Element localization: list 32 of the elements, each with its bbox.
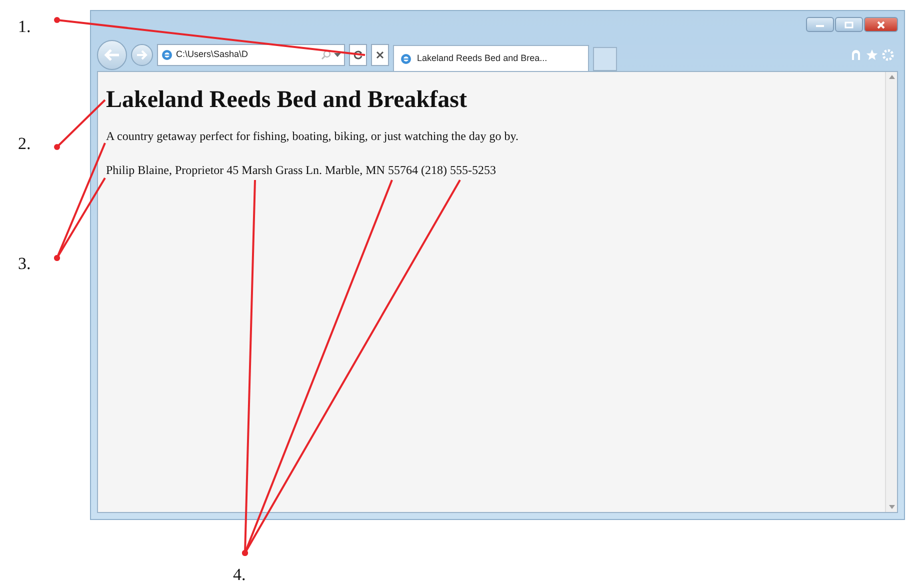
close-button[interactable]	[864, 17, 898, 32]
page-heading: Lakeland Reeds Bed and Breakfast	[106, 86, 468, 115]
callout-number: 2.	[18, 135, 31, 152]
close-icon	[876, 20, 886, 28]
contact-text: Philip Blaine, Proprietor 45 Marsh Grass Ln. Marble, MN 55764 (218) 555-5253	[106, 162, 497, 179]
address-text: C:\Users\Sasha\D	[176, 48, 248, 62]
scrollbar[interactable]	[885, 72, 897, 512]
forward-arrow-icon	[136, 50, 148, 60]
maximize-icon	[844, 20, 854, 28]
stop-button[interactable]	[371, 44, 389, 66]
callout-number: 3.	[18, 255, 31, 272]
maximize-button[interactable]	[835, 17, 863, 32]
address-bar[interactable]: C:\Users\Sasha\D	[157, 44, 345, 66]
tagline-text: A country getaway perfect for fishing, boating, biking, or just watching the day go by.	[106, 128, 520, 145]
home-icon[interactable]	[850, 49, 862, 61]
scroll-down-icon[interactable]	[888, 505, 894, 509]
minimize-button[interactable]	[806, 17, 834, 32]
star-icon[interactable]	[866, 49, 878, 61]
back-button[interactable]	[97, 40, 127, 70]
new-tab-button[interactable]	[593, 47, 617, 71]
refresh-button[interactable]	[349, 44, 367, 66]
callout-number: 1.	[18, 18, 31, 35]
caret-icon[interactable]	[334, 52, 341, 58]
callout-number: 4.	[233, 566, 246, 583]
back-arrow-icon	[104, 49, 120, 61]
search-icon[interactable]	[321, 50, 331, 60]
refresh-icon	[353, 50, 363, 60]
scroll-up-icon[interactable]	[888, 75, 894, 79]
stop-icon	[376, 51, 384, 59]
browser-tab[interactable]: Lakeland Reeds Bed and Brea...	[393, 45, 589, 71]
settings-icon[interactable]	[882, 49, 894, 61]
forward-button[interactable]	[131, 44, 153, 66]
